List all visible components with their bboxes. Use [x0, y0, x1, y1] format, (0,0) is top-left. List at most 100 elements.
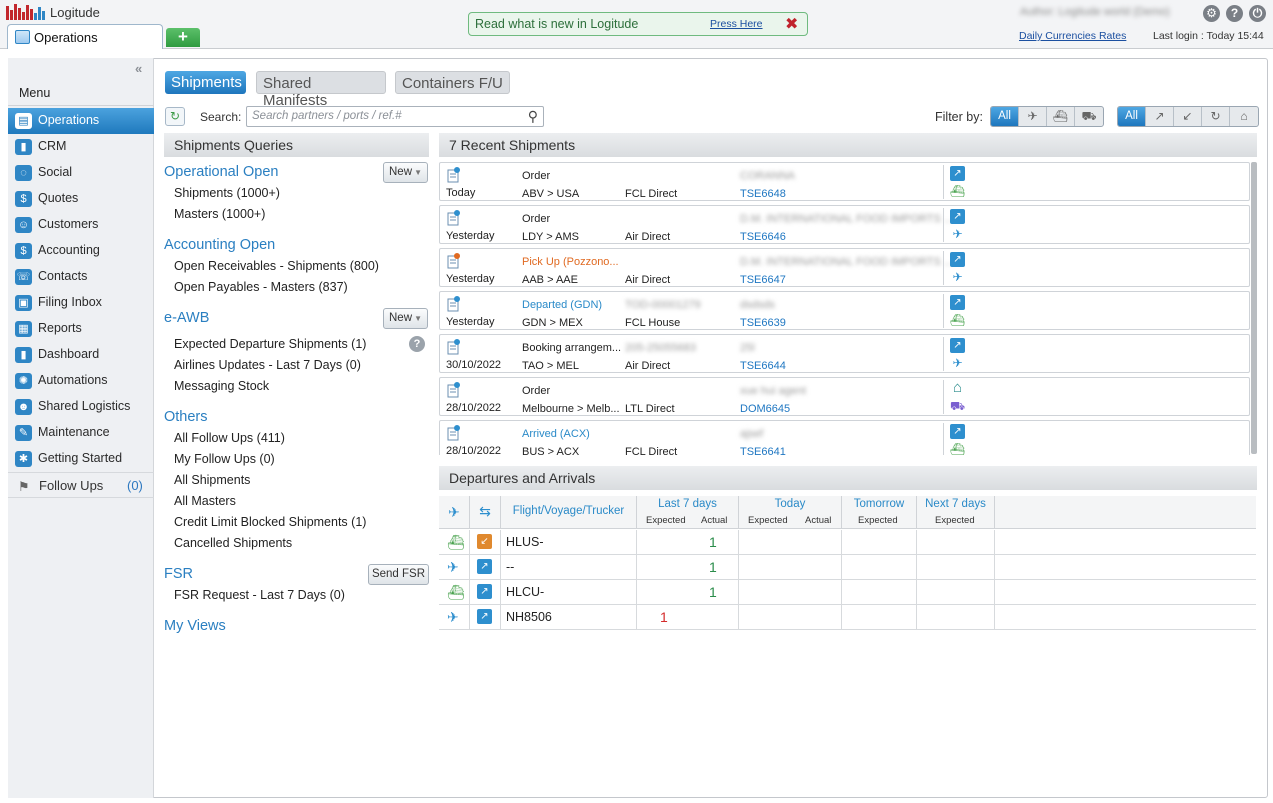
query-expected-departure[interactable]: Expected Departure Shipments (1): [174, 337, 366, 351]
filter-domestic-icon[interactable]: ⌂: [1230, 107, 1258, 126]
query-group-others[interactable]: Others: [164, 409, 208, 425]
query-airlines-updates[interactable]: Airlines Updates - Last 7 Days (0): [174, 358, 361, 372]
next7-expected-label: Expected: [935, 515, 975, 526]
collapse-sidebar-icon[interactable]: «: [135, 61, 142, 76]
filter-all-directions-button[interactable]: All: [1118, 107, 1146, 126]
shipment-number-link[interactable]: TSE6639: [740, 317, 786, 329]
filter-truck-icon[interactable]: ⛟: [1075, 107, 1103, 126]
sidebar-item-getting-started[interactable]: ✱ Getting Started: [8, 446, 154, 472]
da-table-row[interactable]: ⛴ ↗ HLCU- 1: [439, 580, 1256, 605]
query-open-payables[interactable]: Open Payables - Masters (837): [174, 280, 348, 294]
sidebar-item-contacts[interactable]: ☏ Contacts: [8, 264, 154, 290]
recent-shipment-card[interactable]: Yesterday Order D.M. INTERNATIONAL FOOD IM…: [439, 205, 1250, 244]
last7-actual-value[interactable]: 1: [709, 584, 717, 600]
menu-divider: [8, 105, 154, 106]
new-operational-button[interactable]: New ▼: [383, 162, 428, 183]
help-icon[interactable]: ?: [409, 336, 425, 352]
tab-shipments[interactable]: Shipments: [165, 71, 246, 94]
export-direction-icon: ↗: [950, 209, 965, 224]
flight-column-header[interactable]: Flight/Voyage/Trucker: [501, 496, 637, 529]
filter-export-icon[interactable]: ↗: [1146, 107, 1174, 126]
sidebar-item-crm[interactable]: ▮ CRM: [8, 134, 154, 160]
tomorrow-column-header[interactable]: Tomorrow Expected: [842, 496, 917, 529]
tab-operations[interactable]: Operations: [7, 24, 163, 49]
shipment-mode: FCL Direct: [625, 446, 678, 455]
search-icon[interactable]: ⚲: [528, 108, 538, 125]
follow-ups-item[interactable]: ⚑ Follow Ups (0): [8, 472, 154, 498]
mode-column-header[interactable]: ✈: [439, 496, 470, 529]
shipment-number-link[interactable]: TSE6647: [740, 274, 786, 286]
shipment-number-link[interactable]: TSE6644: [740, 360, 786, 372]
shipment-number-link[interactable]: TSE6648: [740, 188, 786, 200]
sidebar-item-automations[interactable]: ✺ Automations: [8, 368, 154, 394]
daily-currencies-link[interactable]: Daily Currencies Rates: [1019, 30, 1126, 42]
filter-sea-icon[interactable]: ⛴: [1047, 107, 1075, 126]
sidebar-item-dashboard[interactable]: ▮ Dashboard: [8, 342, 154, 368]
query-group-my-views[interactable]: My Views: [164, 618, 226, 634]
query-all-masters[interactable]: All Masters: [174, 494, 236, 508]
recent-shipment-card[interactable]: 30/10/2022 Booking arrangem... 205-2505568…: [439, 334, 1250, 373]
today-column-header[interactable]: Today Expected Actual: [739, 496, 842, 529]
query-masters[interactable]: Masters (1000+): [174, 207, 265, 221]
query-cancelled-shipments[interactable]: Cancelled Shipments: [174, 536, 292, 550]
da-table-row[interactable]: ⛴ ↙ HLUS- 1: [439, 530, 1256, 555]
last7-actual-value[interactable]: 1: [709, 559, 717, 575]
da-table-row[interactable]: ✈ ↗ -- 1: [439, 555, 1256, 580]
sidebar-item-customers[interactable]: ☺ Customers: [8, 212, 154, 238]
query-fsr-request[interactable]: FSR Request - Last 7 Days (0): [174, 588, 345, 602]
query-group-operational-open[interactable]: Operational Open: [164, 164, 278, 180]
recent-shipment-card[interactable]: 28/10/2022 Arrived (ACX) ajsef BUS > ACX FCL…: [439, 420, 1250, 455]
shipment-number-link[interactable]: TSE6641: [740, 446, 786, 455]
new-eawb-button[interactable]: New ▼: [383, 308, 428, 329]
direction-column-header[interactable]: ⇆: [470, 496, 501, 529]
recent-shipment-card[interactable]: Today Order CORANNA ABV > USA FCL Direct TSE6…: [439, 162, 1250, 201]
filter-air-icon[interactable]: ✈: [1019, 107, 1047, 126]
tab-containers-fu[interactable]: Containers F/U: [395, 71, 510, 94]
gear-icon[interactable]: ⚙: [1203, 5, 1220, 22]
press-here-link[interactable]: Press Here: [710, 18, 763, 30]
tab-shared-manifests[interactable]: Shared Manifests: [256, 71, 386, 109]
sidebar-item-quotes[interactable]: $ Quotes: [8, 186, 154, 212]
power-icon[interactable]: ⏻: [1249, 5, 1266, 22]
shipment-number-link[interactable]: TSE6646: [740, 231, 786, 243]
recent-shipment-card[interactable]: 28/10/2022 Order xue hui agent Melbourne > …: [439, 377, 1250, 416]
last7-expected-value[interactable]: 1: [660, 609, 668, 625]
sidebar-item-accounting[interactable]: $ Accounting: [8, 238, 154, 264]
sidebar-item-reports[interactable]: ▦ Reports: [8, 316, 154, 342]
send-fsr-button[interactable]: Send FSR: [368, 564, 429, 585]
add-tab-button[interactable]: +: [166, 28, 200, 47]
shipment-route: TAO > MEL: [522, 360, 579, 372]
sidebar-item-filing-inbox[interactable]: ▣ Filing Inbox: [8, 290, 154, 316]
recent-shipment-card[interactable]: Yesterday Pick Up (Pozzono... D.M. INTERNA…: [439, 248, 1250, 287]
sidebar-item-shared-logistics[interactable]: ☻ Shared Logistics: [8, 394, 154, 420]
da-table-row[interactable]: ✈ ↗ NH8506 1: [439, 605, 1256, 630]
query-group-accounting-open[interactable]: Accounting Open: [164, 237, 275, 253]
search-input[interactable]: Search partners / ports / ref.# ⚲: [246, 106, 544, 127]
query-credit-limit-blocked[interactable]: Credit Limit Blocked Shipments (1): [174, 515, 366, 529]
recent-shipment-card[interactable]: Yesterday Departed (GDN) TOD-00001279 dsdsd…: [439, 291, 1250, 330]
shipment-number-link[interactable]: DOM6645: [740, 403, 790, 415]
sidebar-item-label: Maintenance: [38, 425, 110, 439]
next7-column-header[interactable]: Next 7 days Expected: [917, 496, 995, 529]
last7-column-header[interactable]: Last 7 days Expected Actual: [637, 496, 739, 529]
recent-shipments-scrollbar[interactable]: [1251, 162, 1257, 454]
query-messaging-stock[interactable]: Messaging Stock: [174, 379, 269, 393]
query-open-receivables[interactable]: Open Receivables - Shipments (800): [174, 259, 379, 273]
query-shipments[interactable]: Shipments (1000+): [174, 186, 280, 200]
query-group-fsr[interactable]: FSR: [164, 566, 193, 582]
filter-import-icon[interactable]: ↙: [1174, 107, 1202, 126]
query-all-follow-ups[interactable]: All Follow Ups (411): [174, 431, 285, 445]
sidebar-item-maintenance[interactable]: ✎ Maintenance: [8, 420, 154, 446]
query-my-follow-ups[interactable]: My Follow Ups (0): [174, 452, 275, 466]
sidebar-item-operations[interactable]: ▤ Operations: [8, 108, 154, 134]
refresh-icon[interactable]: ↻: [165, 107, 185, 126]
sidebar-item-social[interactable]: ◌ Social: [8, 160, 154, 186]
last7-actual-value[interactable]: 1: [709, 534, 717, 550]
filter-cross-trade-icon[interactable]: ↻: [1202, 107, 1230, 126]
top-icons: ⚙ ? ⏻: [1203, 5, 1266, 22]
query-group-eawb[interactable]: e-AWB: [164, 310, 209, 326]
filter-all-modes-button[interactable]: All: [991, 107, 1019, 126]
close-banner-icon[interactable]: ✖: [785, 14, 798, 34]
help-icon[interactable]: ?: [1226, 5, 1243, 22]
query-all-shipments[interactable]: All Shipments: [174, 473, 250, 487]
